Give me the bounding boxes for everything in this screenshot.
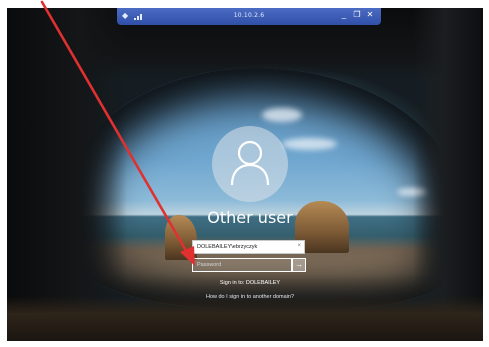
screenshot-frame: ◆ 10.10.2.6 _ ❐ ✕ Other user × → Sign in… (0, 0, 489, 347)
annotation-arrow (40, 0, 195, 266)
